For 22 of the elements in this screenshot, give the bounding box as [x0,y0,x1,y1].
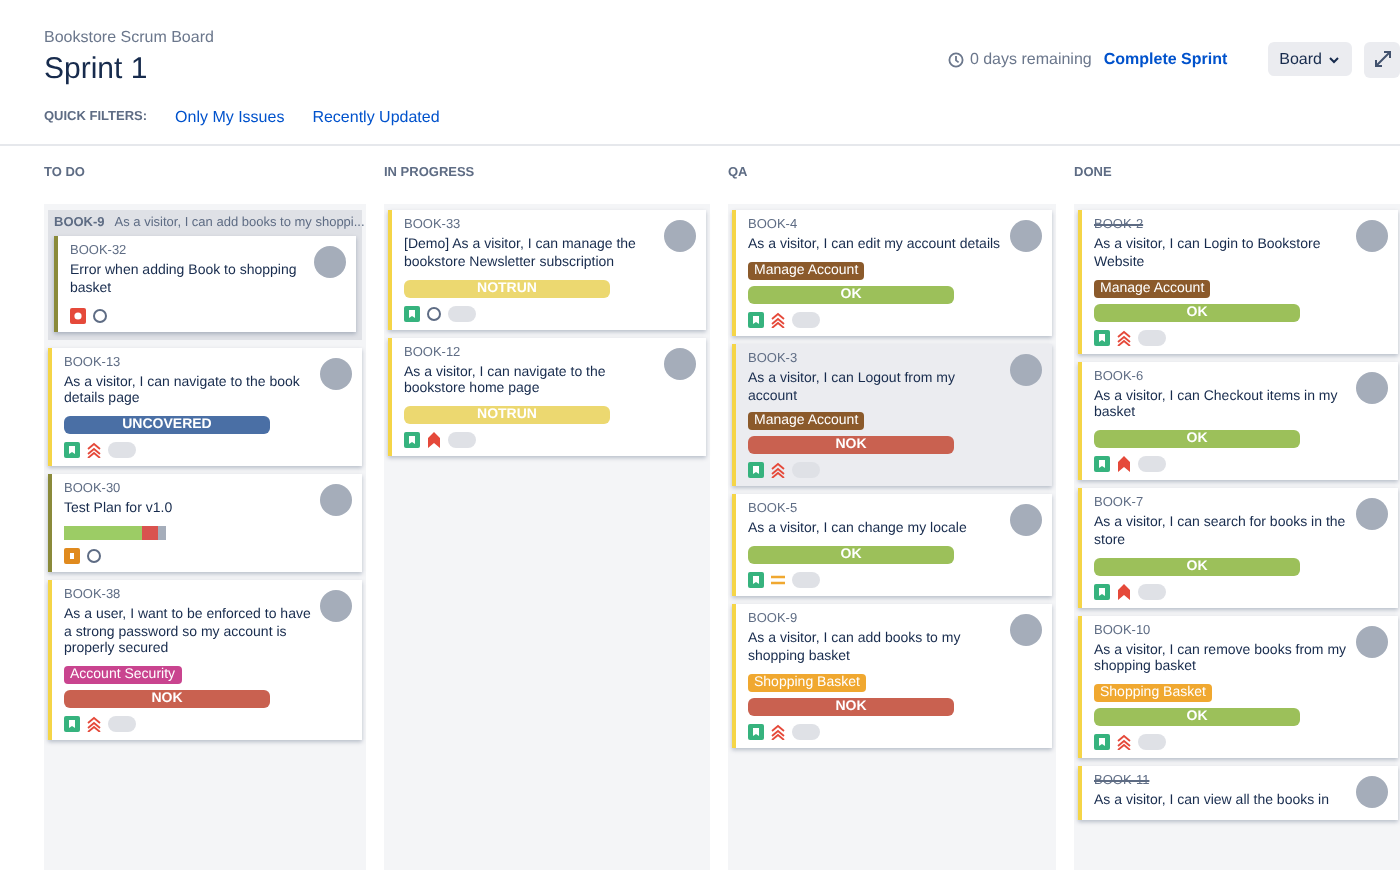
estimate-badge [108,442,136,458]
expand-button[interactable] [1364,41,1400,77]
estimate-badge [448,305,476,321]
board-name: Bookstore Scrum Board [44,28,214,46]
estimate-badge [448,432,476,448]
quick-filter-link[interactable]: Only My Issues [175,108,285,126]
estimate-badge [792,311,820,328]
estimate-badge [792,572,820,588]
days-remaining: 0 days remaining [969,50,1092,68]
estimate-badge [1138,329,1166,345]
board-dropdown[interactable]: Board [1267,42,1352,76]
chevron-down-icon [1328,53,1340,65]
clock-icon [947,51,964,67]
estimate-badge [1138,583,1166,599]
estimate-badge [1138,456,1166,472]
estimate-badge [792,723,820,739]
complete-sprint-link[interactable]: Complete Sprint [1103,50,1228,68]
estimate-badge [1138,734,1166,750]
expand-icon [1373,50,1391,68]
quick-filter-link[interactable]: Recently Updated [312,108,440,126]
sprint-title: Sprint 1 [44,52,150,86]
estimate-badge [108,716,136,732]
